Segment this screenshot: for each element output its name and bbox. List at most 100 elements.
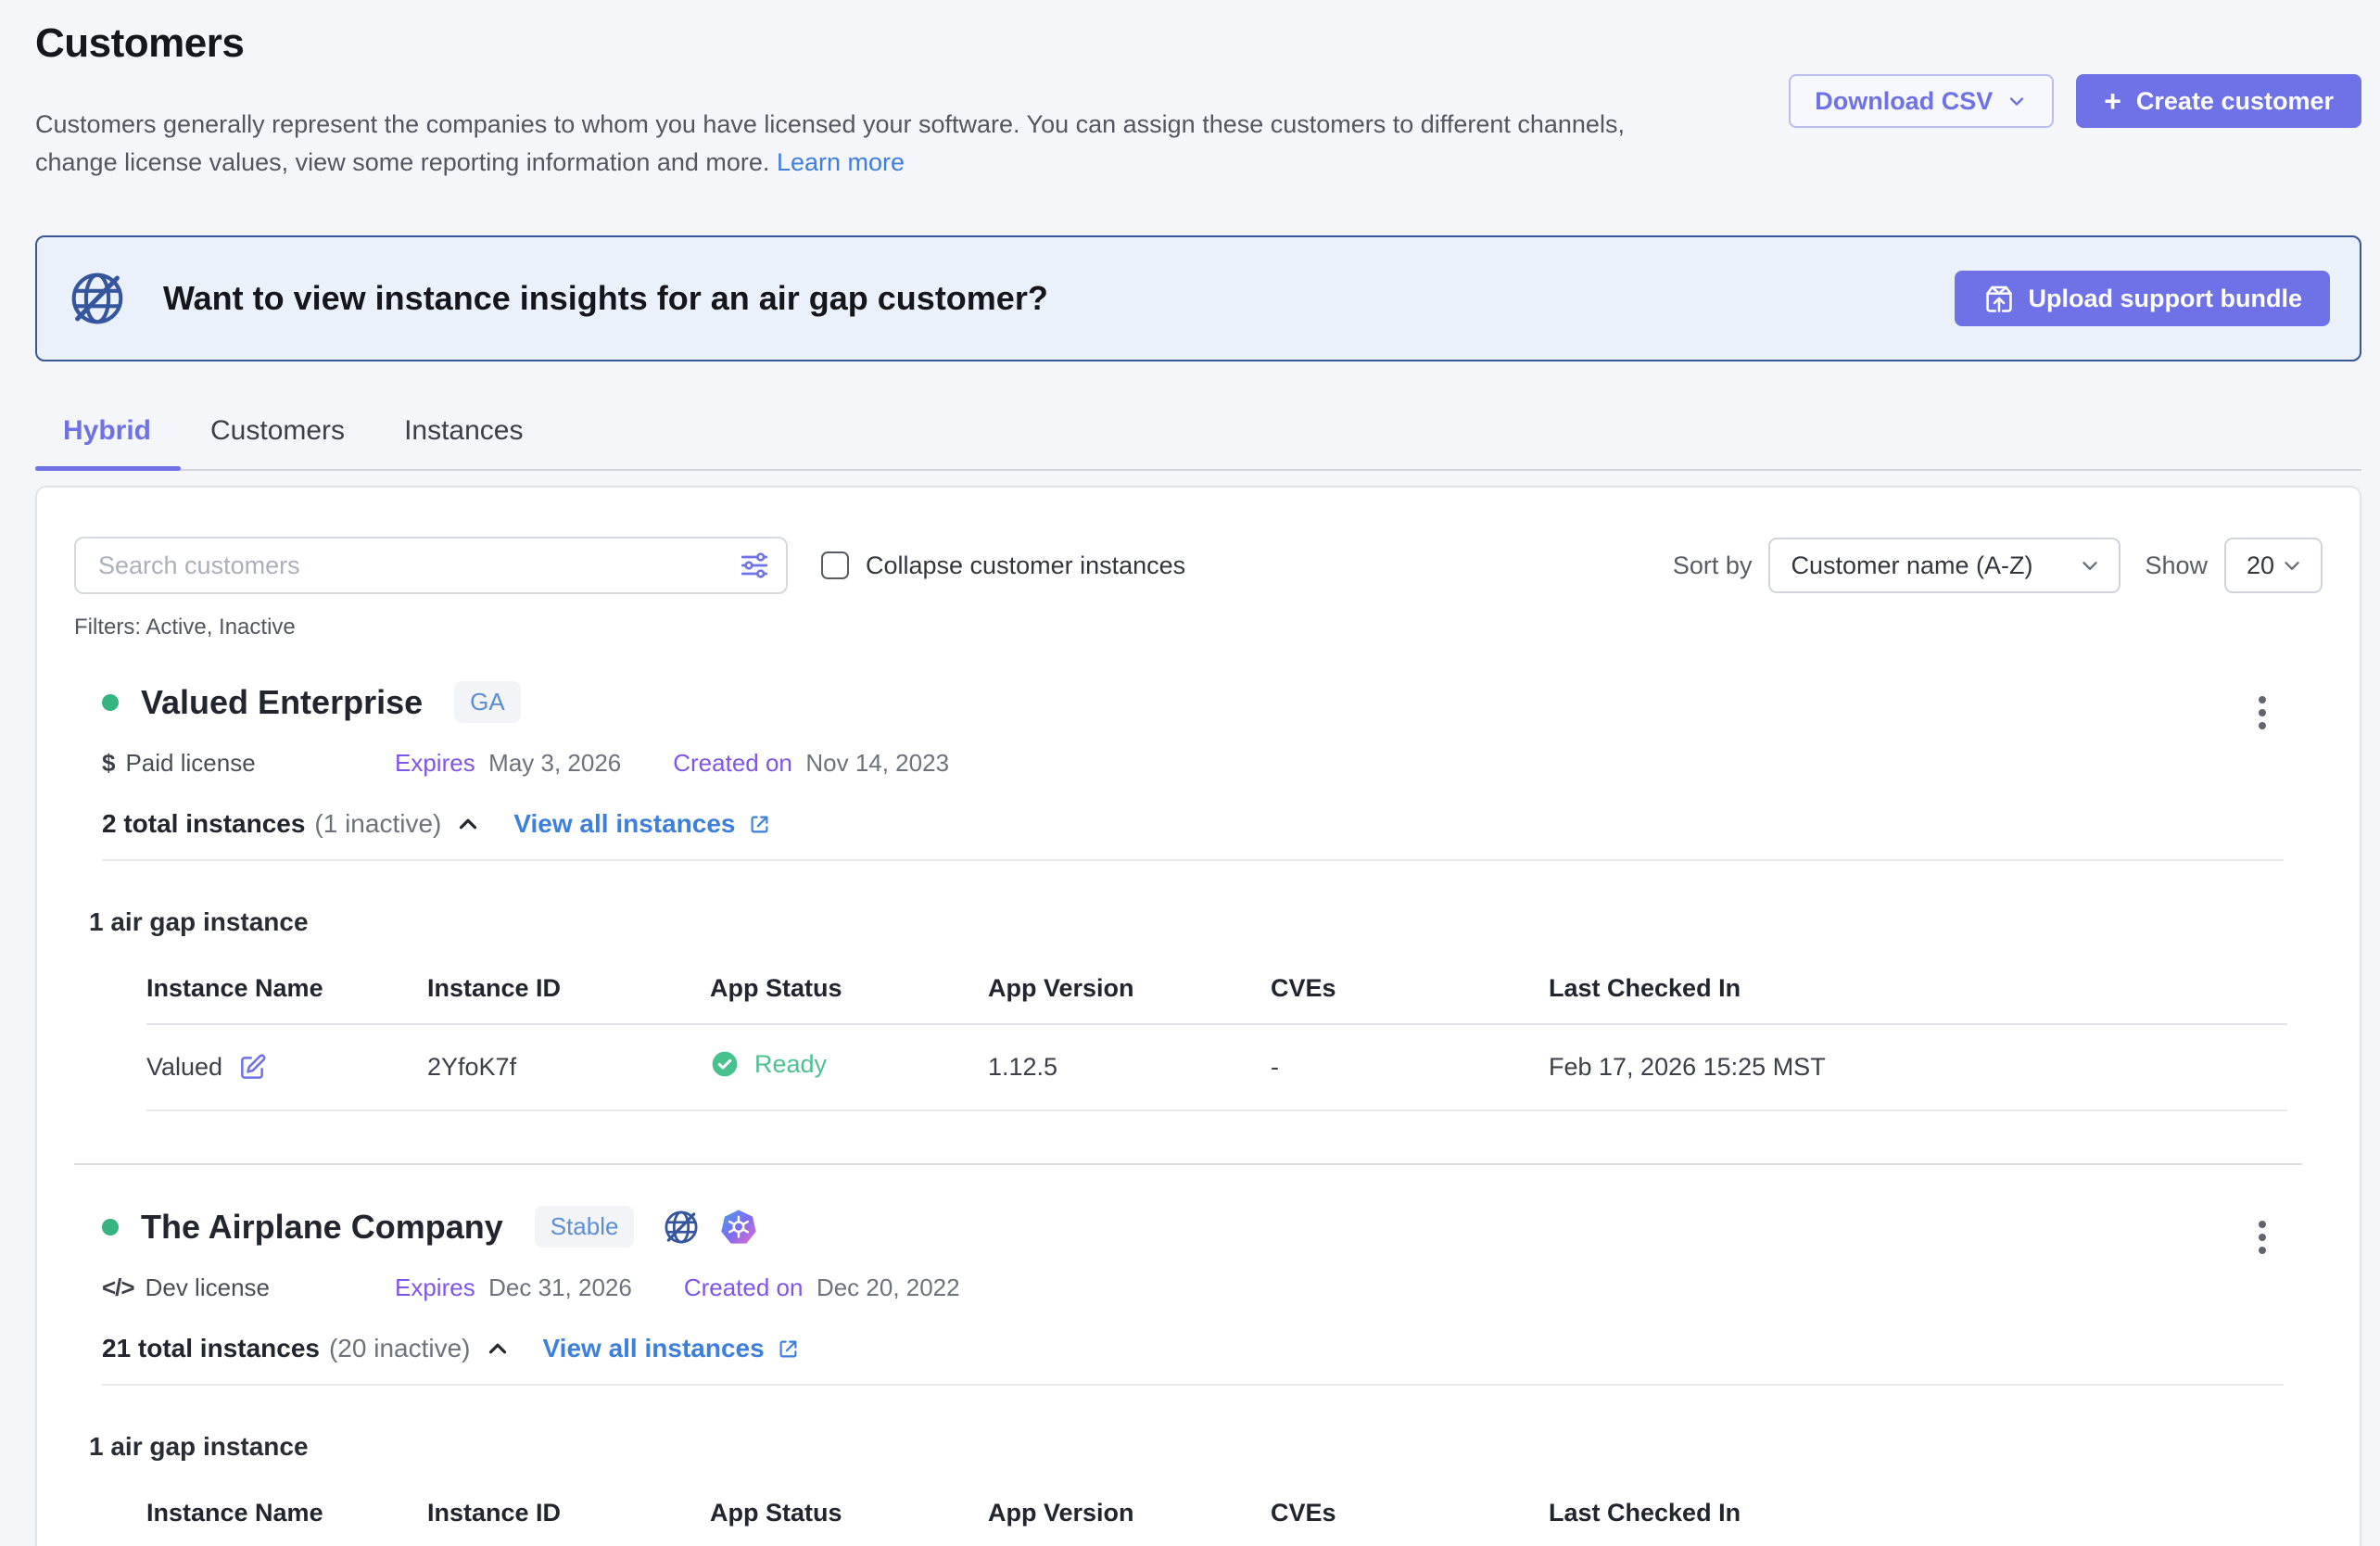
instance-name: Valued bbox=[146, 1053, 222, 1082]
customer-card-valued-enterprise: Valued Enterprise GA $ Paid license Expi… bbox=[74, 681, 2323, 1111]
chevron-down-icon bbox=[2078, 553, 2102, 577]
external-link-icon bbox=[776, 1337, 801, 1362]
col-instance-id: Instance ID bbox=[427, 974, 710, 1024]
page-header: Customers Customers generally represent … bbox=[35, 20, 2361, 182]
expires-label: Expires bbox=[395, 1274, 475, 1301]
channel-badge: Stable bbox=[535, 1206, 635, 1248]
collapse-instances-label: Collapse customer instances bbox=[866, 551, 1185, 580]
expires-label: Expires bbox=[395, 749, 475, 777]
customer-meta: </> Dev license Expires Dec 31, 2026 Cre… bbox=[102, 1274, 2323, 1302]
license-info: $ Paid license bbox=[102, 749, 395, 778]
table-header-row: Instance Name Instance ID App Status App… bbox=[146, 1499, 2287, 1546]
toolbar: Collapse customer instances Sort by Cust… bbox=[74, 537, 2323, 594]
expires-date: Dec 31, 2026 bbox=[488, 1274, 632, 1301]
last-checked-in: Feb 17, 2026 15:25 MST bbox=[1549, 1024, 2287, 1110]
col-app-version: App Version bbox=[988, 974, 1271, 1024]
expires-info: Expires May 3, 2026 bbox=[395, 749, 621, 778]
created-date: Dec 20, 2022 bbox=[817, 1274, 960, 1301]
learn-more-link[interactable]: Learn more bbox=[777, 148, 905, 176]
created-label: Created on bbox=[684, 1274, 804, 1301]
sort-by-label: Sort by bbox=[1673, 551, 1753, 580]
sort-by-select[interactable]: Customer name (A-Z) bbox=[1768, 538, 2120, 593]
airgap-instances-heading: 1 air gap instance bbox=[89, 907, 2323, 937]
create-customer-button[interactable]: + Create customer bbox=[2076, 74, 2361, 128]
customer-header: Valued Enterprise GA bbox=[102, 681, 2323, 723]
view-all-instances-link[interactable]: View all instances bbox=[513, 809, 771, 839]
view-all-instances-label: View all instances bbox=[543, 1334, 765, 1363]
created-date: Nov 14, 2023 bbox=[805, 749, 949, 777]
chevron-down-icon bbox=[2280, 553, 2304, 577]
create-customer-label: Create customer bbox=[2136, 87, 2334, 116]
license-info: </> Dev license bbox=[102, 1274, 395, 1302]
col-cves: CVEs bbox=[1271, 974, 1549, 1024]
col-last-checked-in: Last Checked In bbox=[1549, 974, 2287, 1024]
airgap-globe-icon bbox=[67, 268, 128, 329]
app-status: Ready bbox=[754, 1050, 827, 1079]
created-label: Created on bbox=[673, 749, 792, 777]
chevron-down-icon bbox=[2006, 90, 2028, 112]
download-csv-label: Download CSV bbox=[1815, 87, 1993, 116]
view-all-instances-link[interactable]: View all instances bbox=[543, 1334, 801, 1363]
instances-summary: 21 total instances (20 inactive) View al… bbox=[102, 1334, 2323, 1363]
ready-check-icon bbox=[710, 1049, 740, 1079]
tab-hybrid[interactable]: Hybrid bbox=[35, 406, 181, 469]
customer-name[interactable]: The Airplane Company bbox=[141, 1208, 503, 1247]
page-title: Customers bbox=[35, 20, 2361, 67]
tab-instances[interactable]: Instances bbox=[374, 406, 552, 469]
instances-inactive: (1 inactive) bbox=[314, 809, 441, 839]
collapse-instances-checkbox[interactable] bbox=[821, 551, 849, 579]
sort-by-value: Customer name (A-Z) bbox=[1791, 551, 2032, 580]
tab-bar: Hybrid Customers Instances bbox=[35, 406, 2361, 471]
dev-license-icon: </> bbox=[102, 1274, 134, 1302]
edit-icon[interactable] bbox=[237, 1053, 267, 1083]
tab-customers[interactable]: Customers bbox=[181, 406, 374, 469]
plus-icon: + bbox=[2104, 86, 2121, 116]
active-status-dot bbox=[102, 694, 119, 711]
created-info: Created on Dec 20, 2022 bbox=[684, 1274, 960, 1302]
airgap-instances-heading: 1 air gap instance bbox=[89, 1432, 2323, 1462]
collapse-instances-control: Collapse customer instances bbox=[821, 551, 1185, 580]
filter-sliders-icon[interactable] bbox=[738, 549, 771, 582]
collapse-toggle-icon[interactable] bbox=[454, 810, 482, 838]
channel-badge: GA bbox=[454, 681, 521, 723]
airgap-instances-table: Instance Name Instance ID App Status App… bbox=[146, 974, 2287, 1111]
kebab-menu-icon[interactable] bbox=[2253, 691, 2272, 735]
show-value: 20 bbox=[2247, 551, 2274, 580]
expires-info: Expires Dec 31, 2026 bbox=[395, 1274, 632, 1302]
col-instance-id: Instance ID bbox=[427, 1499, 710, 1546]
airgap-globe-icon bbox=[662, 1208, 701, 1247]
col-last-checked-in: Last Checked In bbox=[1549, 1499, 2287, 1546]
customer-name[interactable]: Valued Enterprise bbox=[141, 683, 423, 722]
header-actions: Download CSV + Create customer bbox=[1789, 74, 2361, 128]
kebab-menu-icon[interactable] bbox=[2253, 1215, 2272, 1260]
instance-id: 2YfoK7f bbox=[427, 1024, 710, 1110]
upload-support-bundle-button[interactable]: Upload support bundle bbox=[1955, 271, 2330, 326]
embedded-cluster-icon bbox=[719, 1208, 758, 1247]
license-type: Dev license bbox=[146, 1274, 270, 1302]
show-select[interactable]: 20 bbox=[2224, 538, 2323, 593]
col-app-version: App Version bbox=[988, 1499, 1271, 1546]
customer-separator bbox=[74, 1163, 2302, 1165]
section-divider bbox=[102, 1384, 2284, 1386]
show-label: Show bbox=[2145, 551, 2208, 580]
col-instance-name: Instance Name bbox=[146, 1499, 427, 1546]
instances-inactive: (20 inactive) bbox=[329, 1334, 471, 1363]
customer-meta: $ Paid license Expires May 3, 2026 Creat… bbox=[102, 749, 2323, 778]
active-filters-text: Filters: Active, Inactive bbox=[74, 615, 2323, 640]
paid-license-icon: $ bbox=[102, 749, 114, 778]
upload-support-bundle-label: Upload support bundle bbox=[2029, 285, 2302, 313]
search-input[interactable] bbox=[74, 537, 788, 594]
customers-page: Customers Customers generally represent … bbox=[0, 0, 2380, 1546]
banner-title: Want to view instance insights for an ai… bbox=[163, 279, 1048, 318]
airgap-instances-table: Instance Name Instance ID App Status App… bbox=[146, 1499, 2287, 1546]
table-row: Valued 2YfoK7f bbox=[146, 1024, 2287, 1110]
download-csv-button[interactable]: Download CSV bbox=[1789, 74, 2054, 128]
upload-bundle-icon bbox=[1982, 282, 2016, 315]
collapse-toggle-icon[interactable] bbox=[484, 1335, 512, 1362]
col-app-status: App Status bbox=[710, 974, 988, 1024]
col-instance-name: Instance Name bbox=[146, 974, 427, 1024]
customer-header: The Airplane Company Stable bbox=[102, 1206, 2323, 1248]
cves-value: - bbox=[1271, 1024, 1549, 1110]
search-box bbox=[74, 537, 788, 594]
active-status-dot bbox=[102, 1219, 119, 1236]
